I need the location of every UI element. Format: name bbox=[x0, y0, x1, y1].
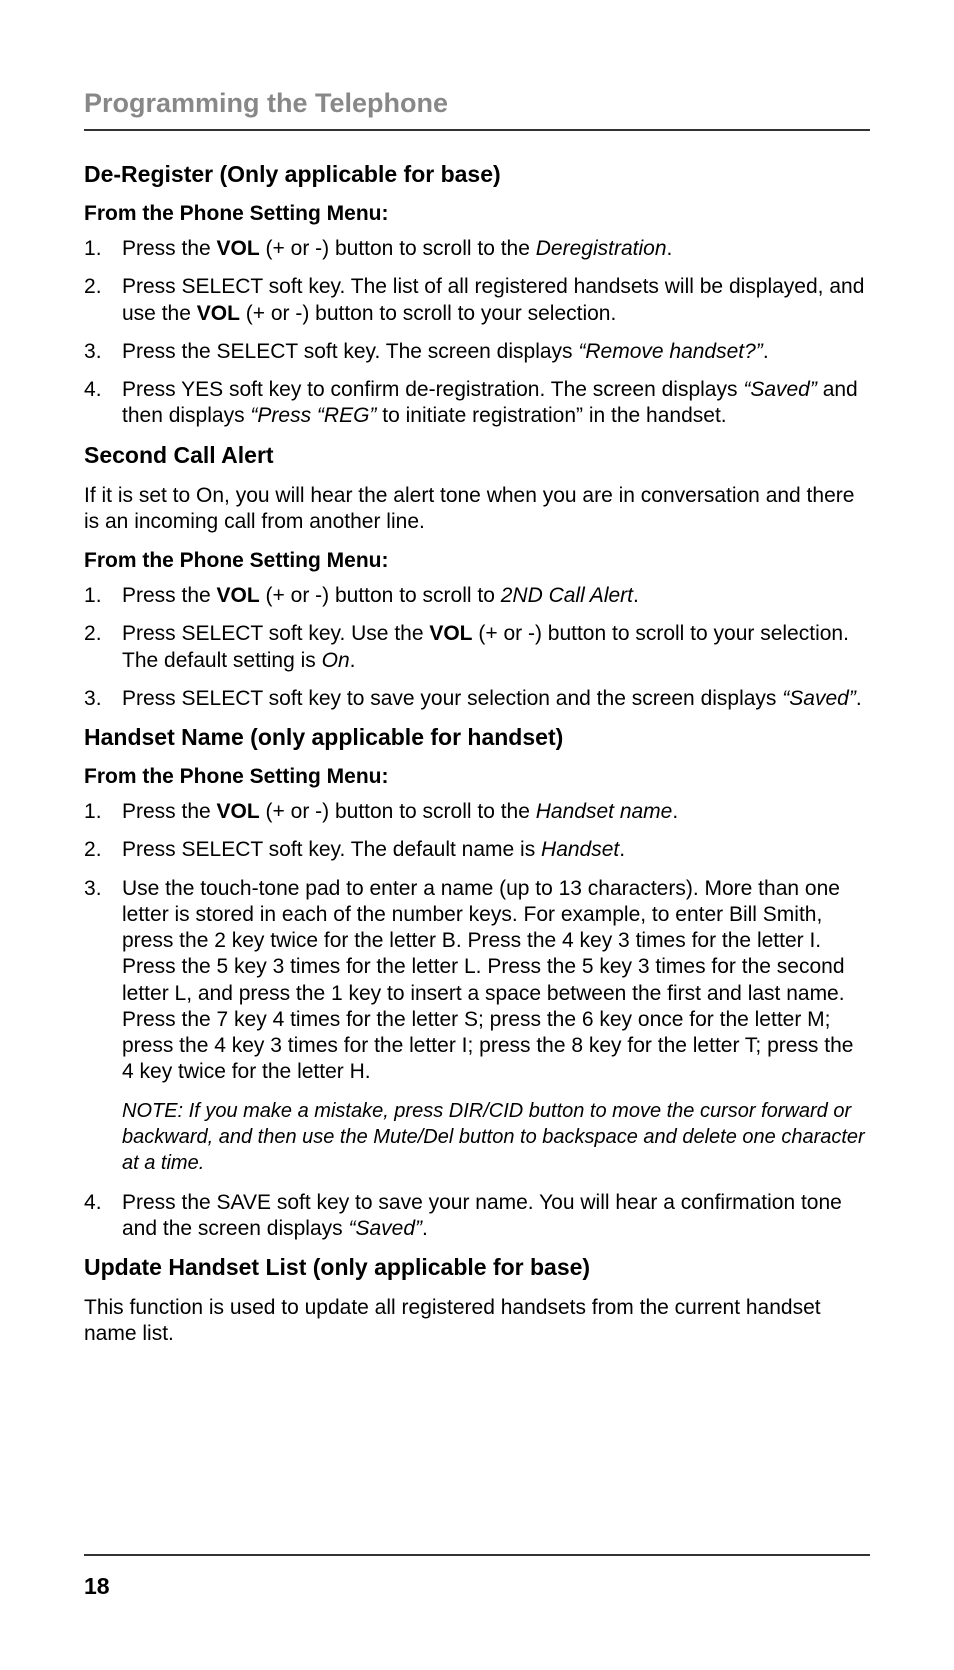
text: Press SELECT soft key to save your selec… bbox=[122, 687, 782, 710]
section3-subhead: From the Phone Setting Menu: bbox=[84, 765, 870, 789]
section1-list: Press the VOL (+ or -) button to scroll … bbox=[84, 236, 870, 430]
section-deregister-title: De-Register (Only applicable for base) bbox=[84, 161, 870, 188]
page-header: Programming the Telephone bbox=[84, 88, 870, 131]
text: (+ or -) button to scroll to the bbox=[260, 237, 536, 260]
vol-label: VOL bbox=[217, 584, 260, 607]
section2-subhead: From the Phone Setting Menu: bbox=[84, 549, 870, 573]
list-item: Press SELECT soft key to save your selec… bbox=[84, 686, 870, 712]
text: . bbox=[763, 340, 769, 363]
section-update-title: Update Handset List (only applicable for… bbox=[84, 1254, 870, 1281]
section3-list: Press the VOL (+ or -) button to scroll … bbox=[84, 799, 870, 1086]
vol-label: VOL bbox=[197, 302, 240, 325]
vol-label: VOL bbox=[217, 800, 260, 823]
text: . bbox=[619, 838, 625, 861]
press-reg-label: “Press “REG” bbox=[250, 404, 376, 427]
text: Press the bbox=[122, 800, 217, 823]
dereg-label: Deregistration bbox=[536, 237, 667, 260]
text: Press YES soft key to confirm de-registr… bbox=[122, 378, 743, 401]
vol-label: VOL bbox=[429, 622, 472, 645]
text: Press the SAVE soft key to save your nam… bbox=[122, 1191, 842, 1240]
text: . bbox=[350, 649, 356, 672]
section2-list: Press the VOL (+ or -) button to scroll … bbox=[84, 583, 870, 712]
section-handsetname-title: Handset Name (only applicable for handse… bbox=[84, 724, 870, 751]
page-number: 18 bbox=[84, 1573, 110, 1600]
text: . bbox=[856, 687, 862, 710]
list-item: Press YES soft key to confirm de-registr… bbox=[84, 377, 870, 430]
section3-note: NOTE: If you make a mistake, press DIR/C… bbox=[84, 1098, 870, 1176]
list-item: Press SELECT soft key. Use the VOL (+ or… bbox=[84, 621, 870, 674]
handset-name-label: Handset name bbox=[536, 800, 673, 823]
text: . bbox=[667, 237, 673, 260]
section-secondcall-title: Second Call Alert bbox=[84, 442, 870, 469]
vol-label: VOL bbox=[217, 237, 260, 260]
text: to initiate registration” in the handset… bbox=[376, 404, 726, 427]
text: Use the touch-tone pad to enter a name (… bbox=[122, 877, 853, 1084]
list-item: Press the VOL (+ or -) button to scroll … bbox=[84, 236, 870, 262]
text: Press SELECT soft key. The default name … bbox=[122, 838, 541, 861]
list-item: Press the SELECT soft key. The screen di… bbox=[84, 339, 870, 365]
2nd-call-alert-label: 2ND Call Alert bbox=[501, 584, 633, 607]
list-item: Press SELECT soft key. The default name … bbox=[84, 837, 870, 863]
section1-subhead: From the Phone Setting Menu: bbox=[84, 202, 870, 226]
section3-list-2: Press the SAVE soft key to save your nam… bbox=[84, 1190, 870, 1243]
handset-label: Handset bbox=[541, 838, 619, 861]
saved-label: “Saved” bbox=[782, 687, 856, 710]
text: Press the bbox=[122, 237, 217, 260]
text: Press the SELECT soft key. The screen di… bbox=[122, 340, 578, 363]
list-item: Press the VOL (+ or -) button to scroll … bbox=[84, 583, 870, 609]
remove-handset-label: “Remove handset?” bbox=[578, 340, 762, 363]
text: . bbox=[672, 800, 678, 823]
section2-intro: If it is set to On, you will hear the al… bbox=[84, 483, 870, 536]
list-item: Press SELECT soft key. The list of all r… bbox=[84, 274, 870, 327]
saved-label: “Saved” bbox=[348, 1217, 422, 1240]
text: (+ or -) button to scroll to the bbox=[260, 800, 536, 823]
text: (+ or -) button to scroll to bbox=[260, 584, 501, 607]
saved-label: “Saved” bbox=[743, 378, 817, 401]
text: . bbox=[422, 1217, 428, 1240]
list-item: Press the SAVE soft key to save your nam… bbox=[84, 1190, 870, 1243]
list-item: Use the touch-tone pad to enter a name (… bbox=[84, 876, 870, 1086]
text: . bbox=[633, 584, 639, 607]
text: Press the bbox=[122, 584, 217, 607]
section4-intro: This function is used to update all regi… bbox=[84, 1295, 870, 1348]
on-label: On bbox=[322, 649, 350, 672]
text: (+ or -) button to scroll to your select… bbox=[240, 302, 616, 325]
text: Press SELECT soft key. Use the bbox=[122, 622, 429, 645]
list-item: Press the VOL (+ or -) button to scroll … bbox=[84, 799, 870, 825]
footer-divider bbox=[84, 1554, 870, 1556]
